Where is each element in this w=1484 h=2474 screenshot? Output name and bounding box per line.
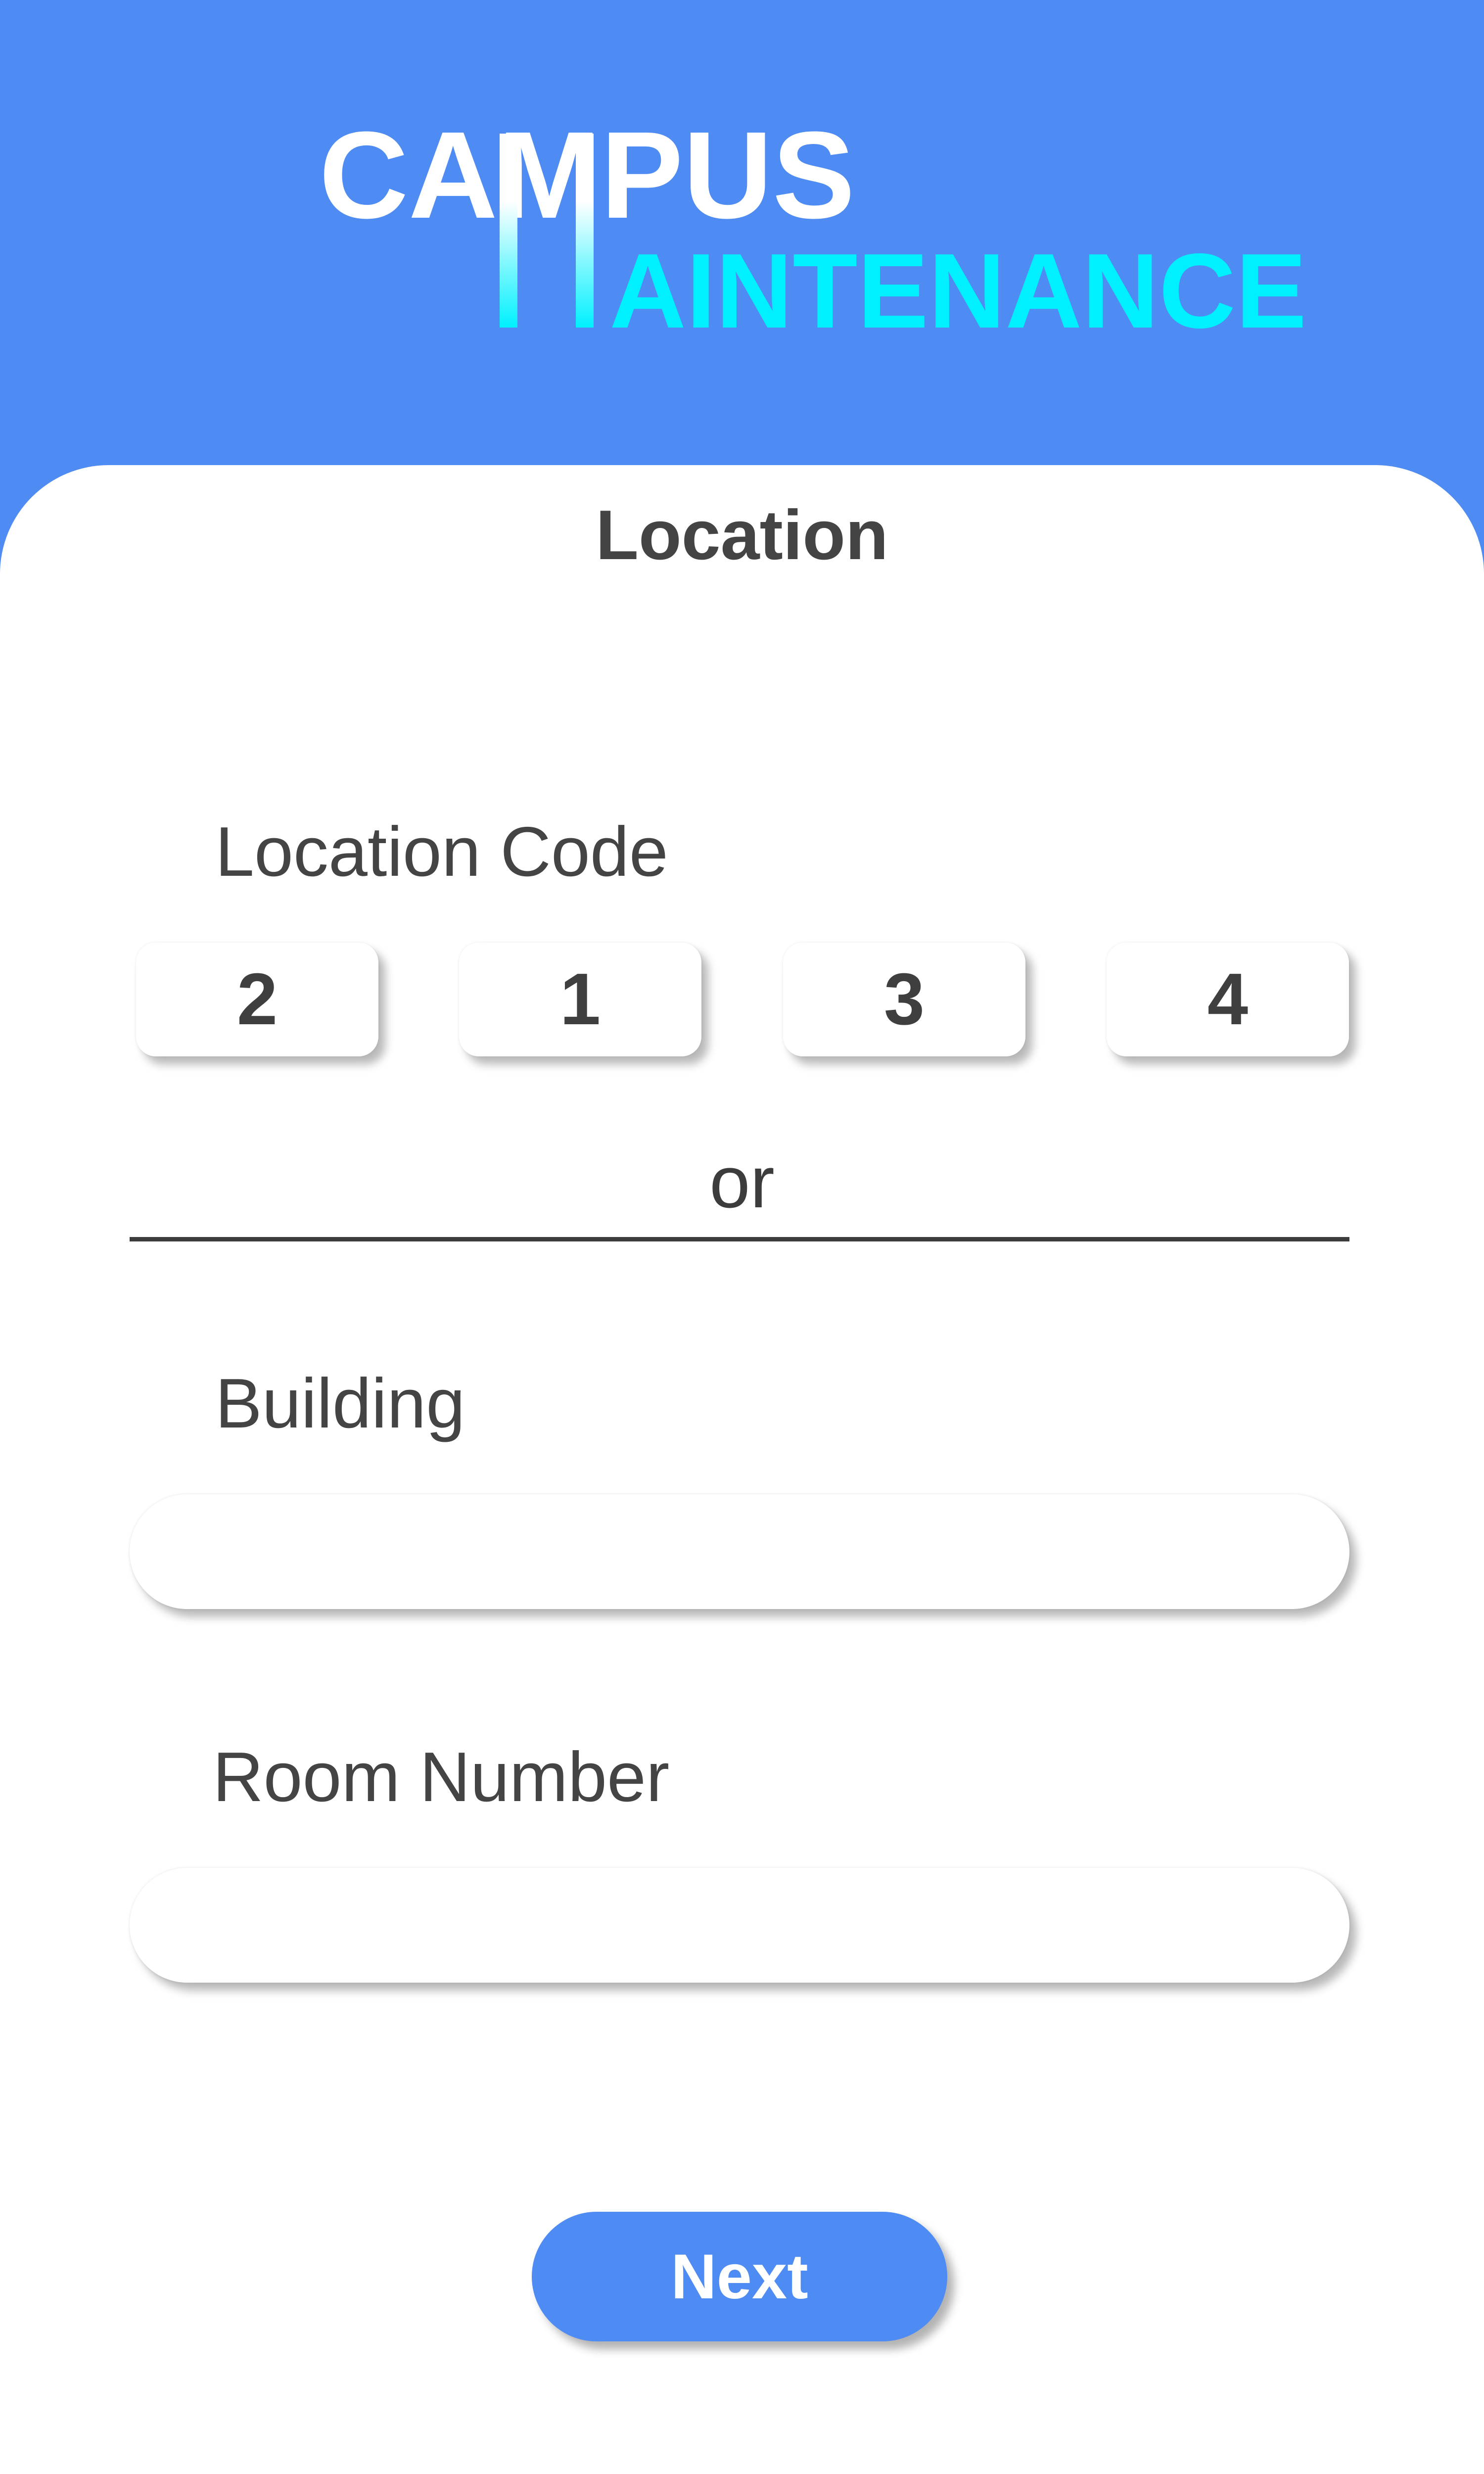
location-code-digit-1[interactable]: 2 xyxy=(136,943,378,1056)
form-card xyxy=(0,465,1484,2474)
building-label: Building xyxy=(215,1364,465,1443)
divider-line xyxy=(130,1237,1349,1241)
campus-maintenance-logo: CAMPUS AINTENANCE xyxy=(319,106,1306,350)
page-title: Location xyxy=(596,496,888,574)
logo-m-left-leg xyxy=(500,134,517,328)
location-code-digit-3[interactable]: 3 xyxy=(783,943,1025,1056)
location-code-digit-2[interactable]: 1 xyxy=(459,943,701,1056)
room-number-label: Room Number xyxy=(213,1738,670,1816)
logo-m-right-leg xyxy=(576,134,594,328)
app-header: CAMPUS AINTENANCE xyxy=(0,0,1484,475)
location-code-digit-4[interactable]: 4 xyxy=(1107,943,1349,1056)
logo-line2: AINTENANCE xyxy=(609,231,1306,350)
building-input[interactable] xyxy=(130,1494,1349,1609)
or-separator-text: or xyxy=(709,1142,775,1223)
next-button[interactable]: Next xyxy=(532,2212,947,2341)
room-number-input[interactable] xyxy=(130,1868,1349,1983)
location-code-label: Location Code xyxy=(215,812,668,891)
